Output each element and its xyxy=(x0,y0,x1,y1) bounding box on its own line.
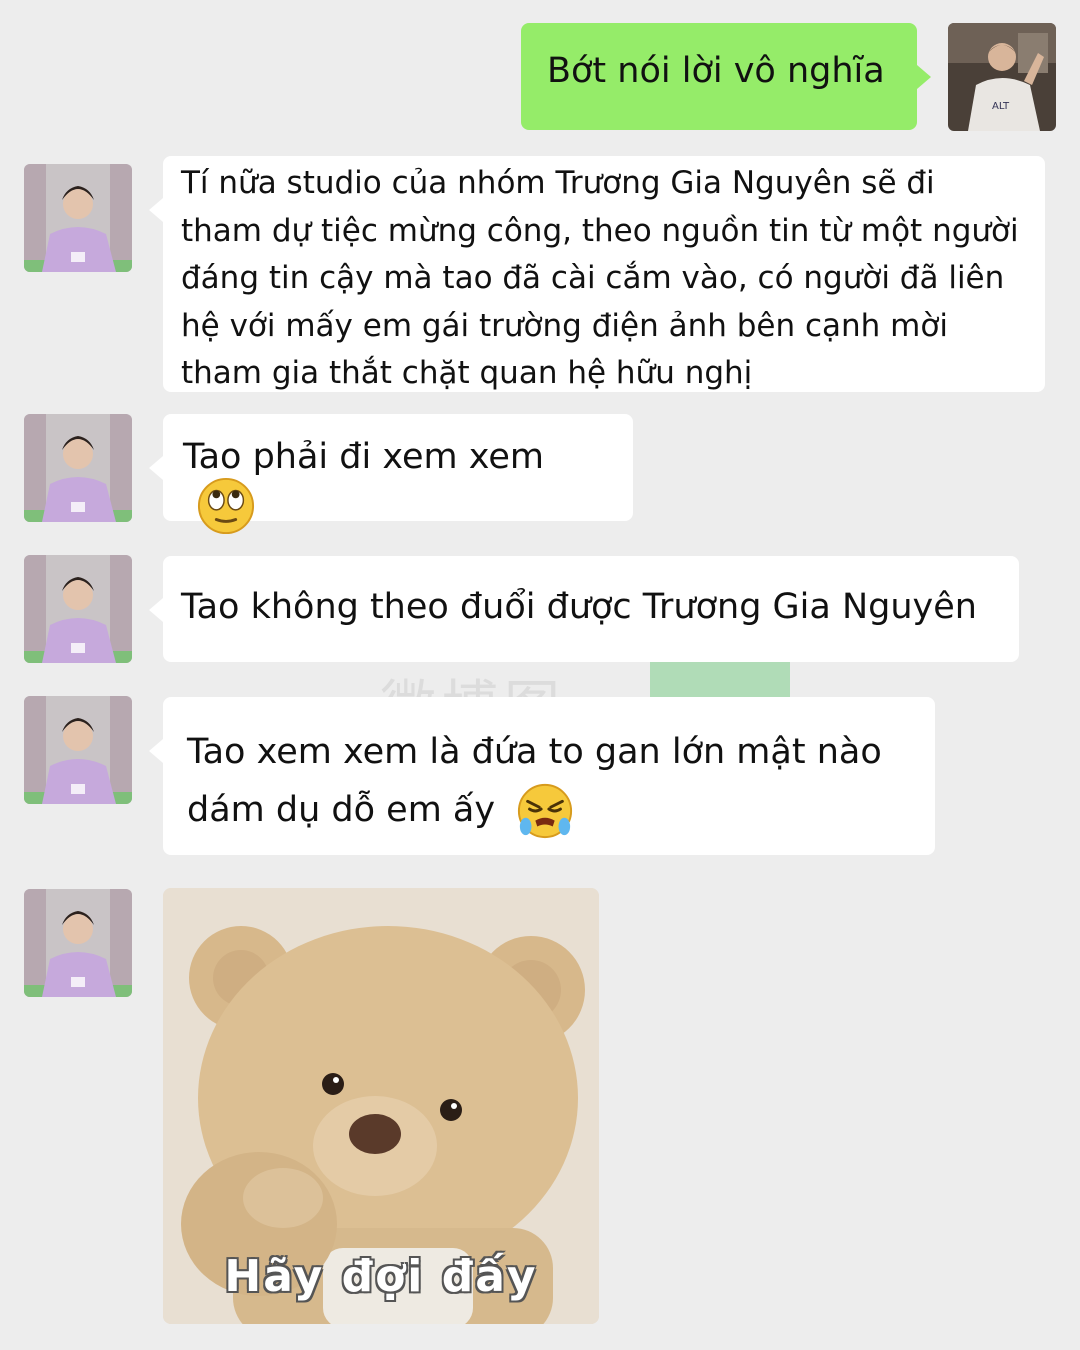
sticker-caption: Hãy đợi đấy xyxy=(224,1251,538,1302)
incoming-message-bubble[interactable]: Tao không theo đuổi được Trương Gia Nguy… xyxy=(149,556,1019,662)
incoming-message-bubble[interactable]: Tí nữa studio của nhóm Trương Gia Nguyên… xyxy=(149,156,1045,392)
angry-crying-emoji-icon xyxy=(516,782,574,840)
message-text: Tao không theo đuổi được Trương Gia Nguy… xyxy=(181,587,977,627)
watermark: 微博图 xyxy=(380,660,790,700)
contact-avatar[interactable] xyxy=(24,696,132,804)
self-avatar[interactable]: ALT xyxy=(948,23,1056,131)
outgoing-message-bubble[interactable]: Bớt nói lời vô nghĩa xyxy=(521,23,931,130)
watermark-text: 微博图 xyxy=(380,662,566,700)
teddy-bear-sticker[interactable]: Hãy đợi đấy xyxy=(163,888,599,1324)
contact-avatar[interactable] xyxy=(24,414,132,522)
svg-text:ALT: ALT xyxy=(992,101,1010,112)
incoming-message-bubble[interactable]: Tao phải đi xem xem xyxy=(149,414,633,535)
watermark-logo xyxy=(650,660,790,700)
message-text: Bớt nói lời vô nghĩa xyxy=(547,51,885,91)
message-text: Tí nữa studio của nhóm Trương Gia Nguyên… xyxy=(181,165,1019,391)
contact-avatar[interactable] xyxy=(24,555,132,663)
message-text: Tao phải đi xem xem xyxy=(183,437,544,477)
incoming-message-bubble[interactable]: Tao xem xem là đứa to gan lớn mật nào dá… xyxy=(149,697,935,855)
chat-conversation: 微博图 Bớt nói lời vô nghĩa ALT xyxy=(0,0,1080,1350)
rolling-eyes-emoji-icon xyxy=(197,477,255,535)
contact-avatar[interactable] xyxy=(24,889,132,997)
contact-avatar[interactable] xyxy=(24,164,132,272)
